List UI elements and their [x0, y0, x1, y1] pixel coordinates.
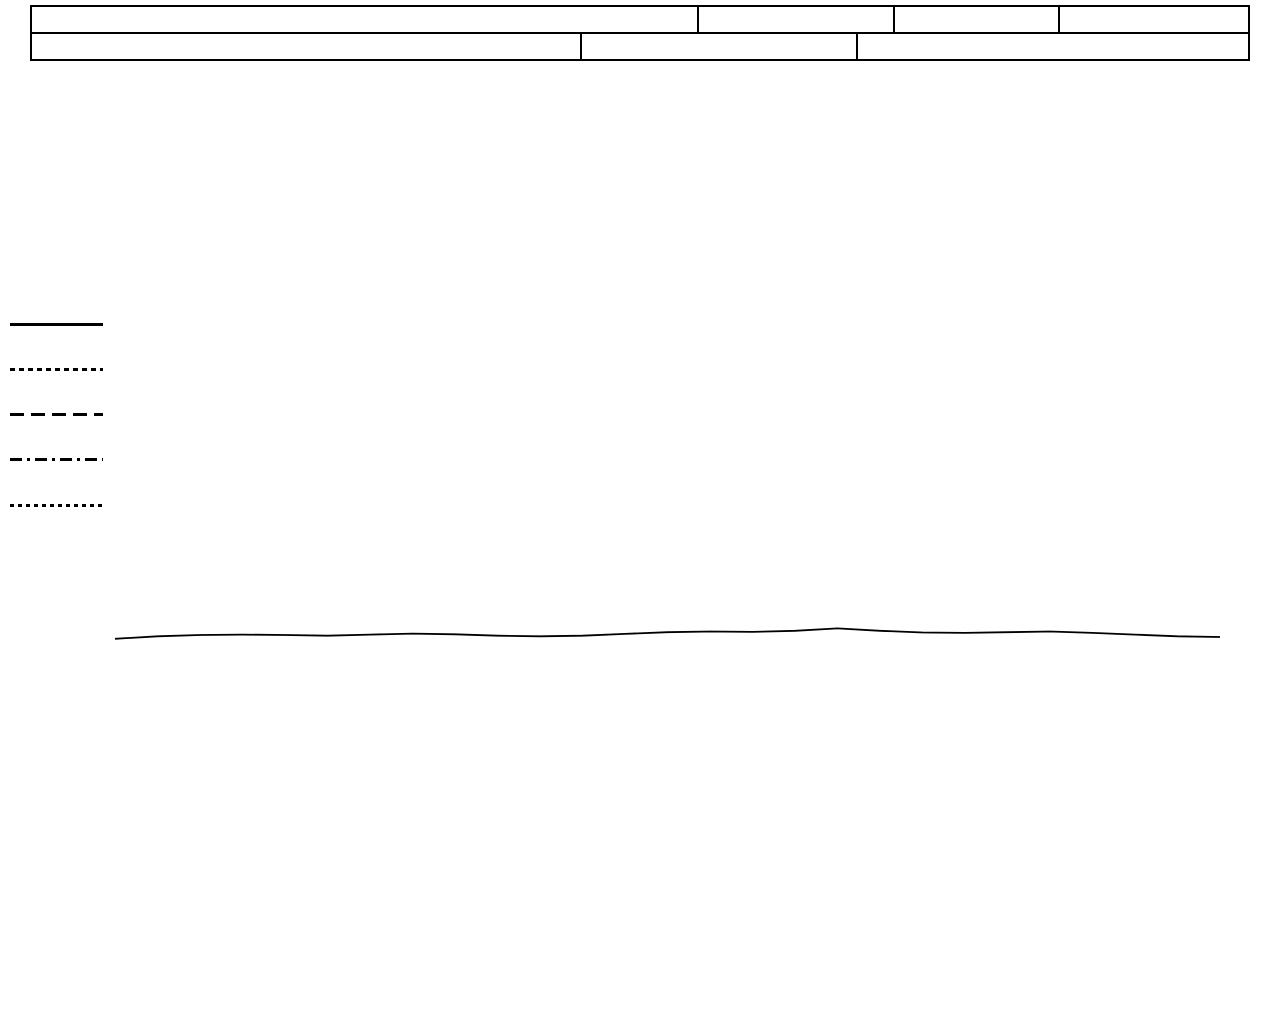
pressure-series [114, 627, 1221, 640]
meteogram-chart [114, 627, 1221, 640]
